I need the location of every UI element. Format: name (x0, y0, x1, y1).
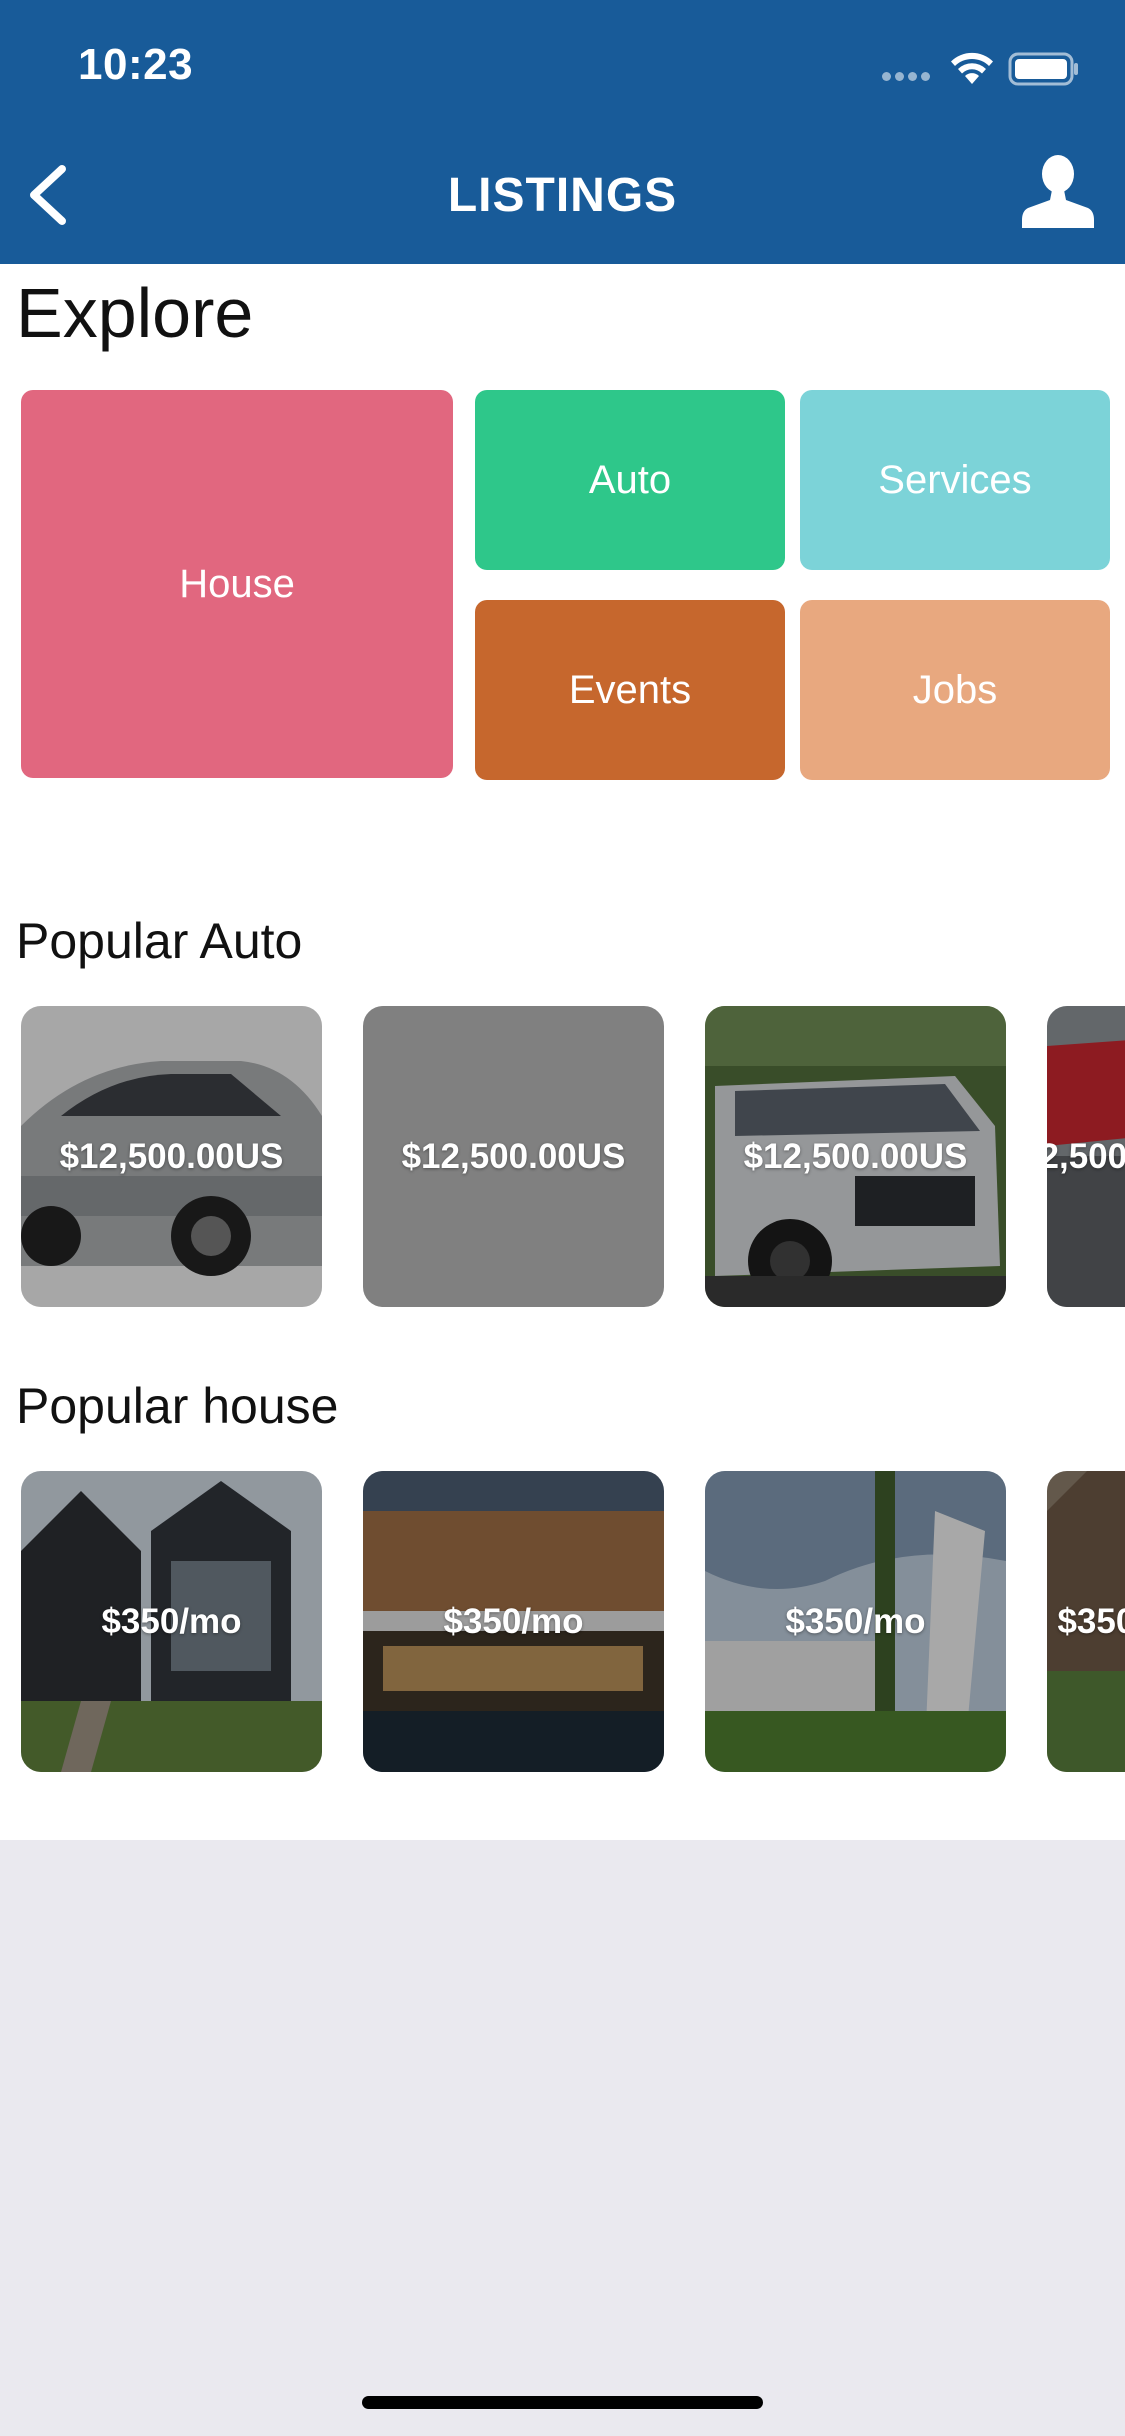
category-jobs-tile[interactable]: Jobs (800, 600, 1110, 780)
category-house-tile[interactable]: House (21, 390, 453, 778)
auto-listing-card[interactable]: $12,500.00US (705, 1006, 1006, 1307)
popular-house-heading: Popular house (16, 1378, 339, 1434)
auto-listing-card[interactable]: $12,500.00US (21, 1006, 322, 1307)
auto-price: $12,500.00US (401, 1136, 626, 1176)
category-label: Auto (588, 457, 672, 502)
category-label: Events (568, 667, 692, 712)
status-time: 10:23 (78, 40, 194, 89)
nav-bar: 10:23 LISTINGS (0, 0, 1125, 264)
house-listing-card[interactable]: $350/mo (1047, 1471, 1125, 1772)
auto-listing-card[interactable]: $12,500.00US (363, 1006, 664, 1307)
house-price: $350/mo (1057, 1601, 1125, 1641)
home-indicator[interactable] (362, 2396, 763, 2409)
category-events-tile[interactable]: Events (475, 600, 785, 780)
house-listing-card[interactable]: $350/mo (21, 1471, 322, 1772)
house-price: $350/mo (101, 1601, 242, 1641)
auto-price: $12,500.00US (743, 1136, 968, 1176)
auto-listing-card[interactable]: $12,500.00US (1047, 1006, 1125, 1307)
cellular-signal-icon (882, 72, 932, 84)
auto-price: $12,500.00US (1047, 1136, 1125, 1176)
category-label: Services (878, 457, 1032, 502)
category-services-tile[interactable]: Services (800, 390, 1110, 570)
popular-house-carousel[interactable]: $350/mo $350/mo $350/mo $35 (0, 1471, 1125, 1772)
house-price: $350/mo (785, 1601, 926, 1641)
auto-price: $12,500.00US (59, 1136, 284, 1176)
content-area: Explore House Auto Services Events Jobs … (0, 264, 1125, 1840)
battery-icon (1008, 52, 1078, 86)
wifi-icon (951, 52, 993, 84)
category-label: Jobs (912, 667, 998, 712)
page-title: LISTINGS (447, 169, 678, 222)
house-listing-card[interactable]: $350/mo (705, 1471, 1006, 1772)
house-price: $350/mo (443, 1601, 584, 1641)
category-label: House (179, 561, 295, 606)
user-profile-icon[interactable] (1018, 150, 1098, 230)
category-auto-tile[interactable]: Auto (475, 390, 785, 570)
popular-auto-heading: Popular Auto (16, 913, 303, 969)
house-listing-card[interactable]: $350/mo (363, 1471, 664, 1772)
explore-heading: Explore (16, 274, 254, 352)
popular-auto-carousel[interactable]: $12,500.00US $12,500.00US $12,500.00US 2… (0, 1006, 1125, 1307)
